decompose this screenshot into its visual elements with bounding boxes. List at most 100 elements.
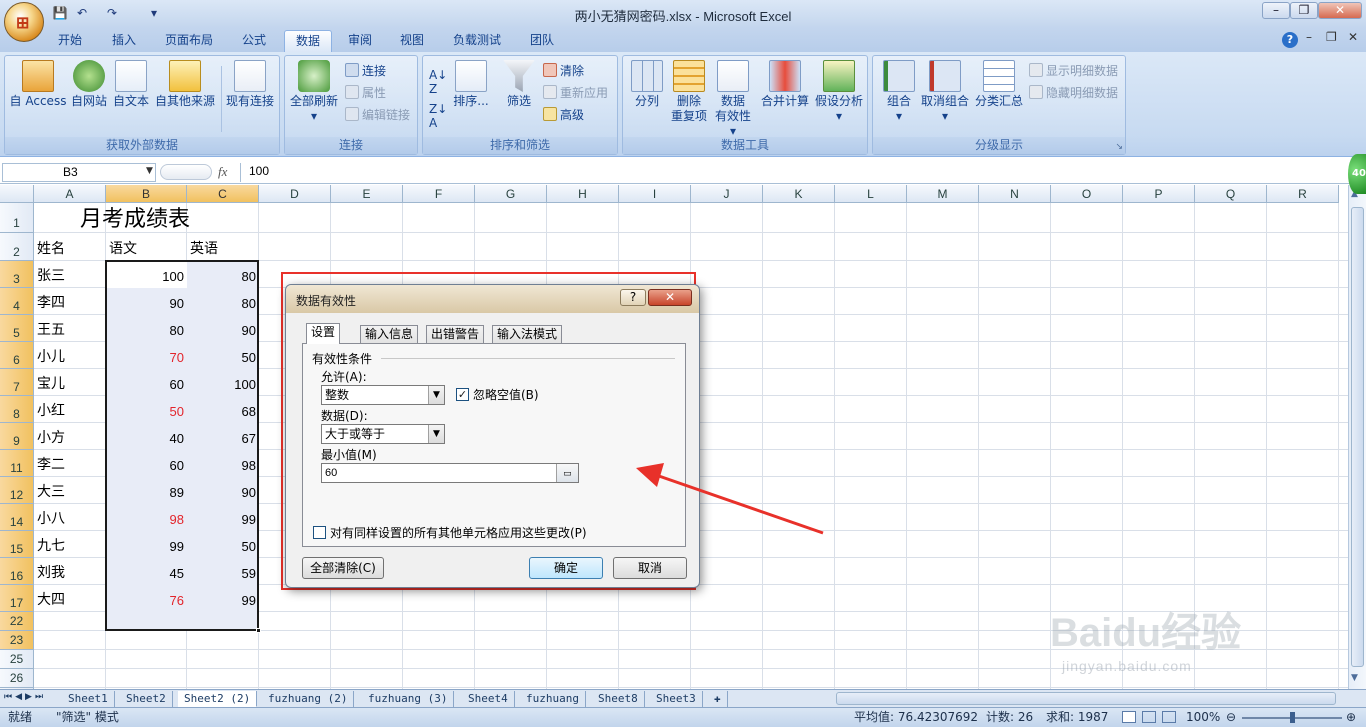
column-header-e[interactable]: E bbox=[331, 185, 403, 203]
group-button[interactable]: 组合 ▾ bbox=[879, 60, 919, 124]
from-access-button[interactable]: 自 Access bbox=[7, 60, 69, 109]
remove-duplicates-button[interactable]: 删除 重复项 bbox=[669, 60, 709, 124]
sheet-tab[interactable]: Sheet2 bbox=[120, 691, 173, 707]
tab-input-message[interactable]: 输入信息 bbox=[360, 325, 419, 343]
sheet-tab[interactable]: Sheet2 (2) bbox=[178, 691, 258, 707]
clear-button[interactable]: 清除 bbox=[543, 62, 584, 80]
column-header-h[interactable]: H bbox=[547, 185, 619, 203]
column-header-d[interactable]: D bbox=[259, 185, 331, 203]
name-cell[interactable]: 宝儿 bbox=[34, 369, 106, 396]
sheet-tab[interactable]: fuzhuang (2) bbox=[262, 691, 355, 707]
select-all-corner[interactable] bbox=[0, 185, 34, 203]
zoom-level[interactable]: 100% bbox=[1186, 708, 1220, 727]
name-box-dropdown-icon[interactable]: ▼ bbox=[146, 166, 153, 176]
zoom-out-icon[interactable]: ⊖ bbox=[1226, 708, 1236, 727]
row-header[interactable]: 22 bbox=[0, 612, 34, 631]
sheet-tab[interactable]: Sheet1 bbox=[62, 691, 115, 707]
row-header[interactable]: 12 bbox=[0, 477, 34, 504]
normal-view-icon[interactable] bbox=[1122, 711, 1136, 723]
show-detail-button[interactable]: 显示明细数据 bbox=[1029, 62, 1118, 80]
dialog-launcher-icon[interactable]: ↘ bbox=[1115, 142, 1123, 152]
existing-connections-button[interactable]: 现有连接 bbox=[223, 60, 277, 109]
sheet-tab[interactable]: Sheet3 bbox=[650, 691, 703, 707]
column-header-g[interactable]: G bbox=[475, 185, 547, 203]
name-cell[interactable]: 大三 bbox=[34, 477, 106, 504]
row-header[interactable]: 14 bbox=[0, 504, 34, 531]
sheet-tab[interactable]: fuzhuang bbox=[520, 691, 586, 707]
restore-icon[interactable]: ❐ bbox=[1290, 2, 1318, 19]
refresh-all-button[interactable]: 全部刷新 ▾ bbox=[287, 60, 341, 124]
column-header-f[interactable]: F bbox=[403, 185, 475, 203]
sheet-title-cell[interactable]: 月考成绩表 bbox=[34, 203, 254, 233]
horizontal-scrollbar[interactable] bbox=[836, 692, 1336, 705]
insert-sheet-icon[interactable]: ✚ bbox=[708, 691, 728, 707]
column-header-p[interactable]: P bbox=[1123, 185, 1195, 203]
row-header[interactable]: 17 bbox=[0, 585, 34, 612]
sort-az-icon[interactable]: A↓ Z bbox=[429, 68, 447, 96]
minimize-icon[interactable]: – bbox=[1262, 2, 1290, 19]
tab-formulas[interactable]: 公式 bbox=[232, 30, 276, 52]
apply-all-checkbox[interactable] bbox=[313, 526, 326, 539]
from-other-sources-button[interactable]: 自其他来源 bbox=[153, 60, 217, 109]
tab-review[interactable]: 审阅 bbox=[338, 30, 382, 52]
tab-team[interactable]: 团队 bbox=[520, 30, 564, 52]
text-to-columns-button[interactable]: 分列 bbox=[627, 60, 667, 109]
office-button[interactable]: ⊞ bbox=[4, 2, 44, 42]
scroll-down-icon[interactable]: ▼ bbox=[1351, 673, 1358, 683]
page-break-view-icon[interactable] bbox=[1162, 711, 1176, 723]
what-if-button[interactable]: 假设分析 ▾ bbox=[813, 60, 865, 124]
reapply-button[interactable]: 重新应用 bbox=[543, 84, 608, 102]
help-icon[interactable]: ? bbox=[1282, 32, 1298, 48]
subtotal-button[interactable]: 分类汇总 bbox=[973, 60, 1025, 109]
row-header[interactable]: 23 bbox=[0, 631, 34, 650]
sort-button[interactable]: 排序... bbox=[451, 60, 491, 109]
consolidate-button[interactable]: 合并计算 bbox=[759, 60, 811, 109]
row-header[interactable]: 5 bbox=[0, 315, 34, 342]
ungroup-button[interactable]: 取消组合 ▾ bbox=[919, 60, 971, 124]
column-header-o[interactable]: O bbox=[1051, 185, 1123, 203]
name-cell[interactable]: 大四 bbox=[34, 585, 106, 612]
column-header-i[interactable]: I bbox=[619, 185, 691, 203]
vertical-scrollbar[interactable]: ▲ ▼ bbox=[1348, 185, 1366, 689]
range-picker-icon[interactable]: ▭ bbox=[556, 464, 578, 482]
column-header-a[interactable]: A bbox=[34, 185, 106, 203]
sheet-tab[interactable]: Sheet4 bbox=[462, 691, 515, 707]
row-header[interactable]: 4 bbox=[0, 288, 34, 315]
chinese-header-cell[interactable]: 语文 bbox=[106, 233, 187, 261]
name-cell[interactable]: 小红 bbox=[34, 396, 106, 423]
hide-detail-button[interactable]: 隐藏明细数据 bbox=[1029, 84, 1118, 102]
ok-button[interactable]: 确定 bbox=[529, 557, 603, 579]
row-header[interactable]: 9 bbox=[0, 423, 34, 450]
tab-error-alert[interactable]: 出错警告 bbox=[426, 325, 485, 343]
tab-ime-mode[interactable]: 输入法模式 bbox=[492, 325, 563, 343]
data-operator-select[interactable]: 大于或等于 ▼ bbox=[321, 424, 445, 444]
connections-button[interactable]: 连接 bbox=[345, 62, 386, 80]
name-cell[interactable]: 九七 bbox=[34, 531, 106, 558]
column-header-m[interactable]: M bbox=[907, 185, 979, 203]
dialog-close-icon[interactable]: ✕ bbox=[648, 289, 692, 306]
advanced-button[interactable]: 高级 bbox=[543, 106, 584, 124]
tab-settings[interactable]: 设置 bbox=[306, 323, 341, 344]
row-header[interactable]: 15 bbox=[0, 531, 34, 558]
tab-page-layout[interactable]: 页面布局 bbox=[156, 30, 222, 52]
zoom-in-icon[interactable]: ⊕ bbox=[1346, 708, 1356, 727]
name-box[interactable]: B3 bbox=[2, 163, 156, 182]
zoom-slider-thumb[interactable] bbox=[1290, 712, 1295, 723]
tab-data[interactable]: 数据 bbox=[284, 30, 332, 52]
sheet-tab[interactable]: Sheet8 bbox=[592, 691, 645, 707]
row-header[interactable]: 26 bbox=[0, 669, 34, 688]
formula-bar-expand-icon[interactable] bbox=[160, 164, 212, 180]
name-header-cell[interactable]: 姓名 bbox=[34, 233, 106, 261]
cancel-button[interactable]: 取消 bbox=[613, 557, 687, 579]
row-header[interactable]: 2 bbox=[0, 233, 34, 261]
name-cell[interactable]: 李四 bbox=[34, 288, 106, 315]
fill-handle[interactable] bbox=[256, 628, 261, 633]
tab-home[interactable]: 开始 bbox=[48, 30, 92, 52]
close-icon[interactable]: ✕ bbox=[1318, 2, 1362, 19]
name-cell[interactable]: 李二 bbox=[34, 450, 106, 477]
name-cell[interactable]: 小儿 bbox=[34, 342, 106, 369]
ignore-blank-checkbox[interactable]: ✓ bbox=[456, 388, 469, 401]
column-header-n[interactable]: N bbox=[979, 185, 1051, 203]
row-header[interactable]: 6 bbox=[0, 342, 34, 369]
minimum-input[interactable]: 60 ▭ bbox=[321, 463, 579, 483]
